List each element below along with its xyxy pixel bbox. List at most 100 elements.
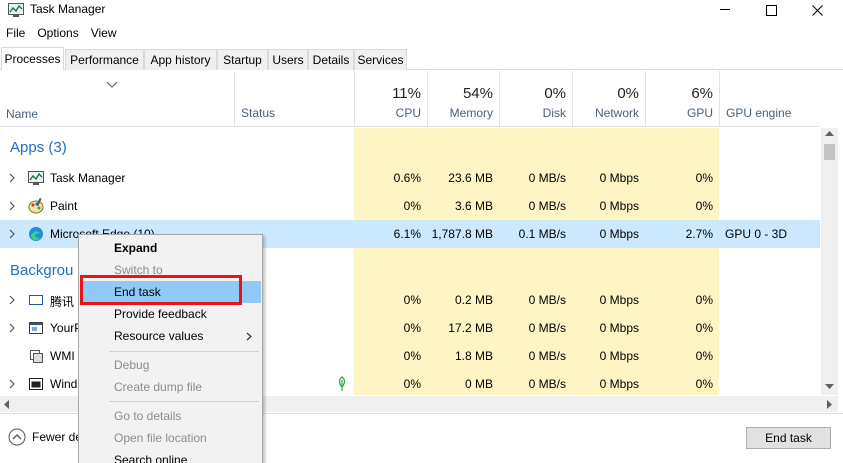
column-header-row: Name Status 11% CPU 54% Memory 0% Disk 0… xyxy=(0,71,820,127)
menu-item-debug: Debug xyxy=(114,358,150,372)
column-status-label: Status xyxy=(241,106,276,120)
process-name: WMI xyxy=(50,349,75,363)
cpu-label: CPU xyxy=(395,106,421,120)
column-cpu[interactable]: 11% CPU xyxy=(354,71,427,127)
disk-value: 0 MB/s xyxy=(528,349,566,363)
scroll-right-icon[interactable] xyxy=(827,400,833,409)
network-total: 0% xyxy=(617,85,639,102)
tab-startup[interactable]: Startup xyxy=(217,49,268,70)
disk-value: 0 MB/s xyxy=(528,377,566,391)
gpu-value: 0% xyxy=(695,293,713,307)
tab-services[interactable]: Services xyxy=(354,49,407,70)
title-bar: Task Manager xyxy=(0,0,843,20)
menu-item-go-to-details: Go to details xyxy=(114,409,182,423)
memory-value: 17.2 MB xyxy=(448,321,493,335)
disk-value: 0.1 MB/s xyxy=(518,227,566,241)
network-value: 0 Mbps xyxy=(599,349,639,363)
network-value: 0 Mbps xyxy=(599,377,639,391)
task-manager-icon xyxy=(8,3,24,17)
group-apps-header[interactable]: Apps (3) xyxy=(10,139,67,156)
console-window-icon xyxy=(29,378,43,390)
table-row[interactable]: Paint 0% 3.6 MB 0 MB/s 0 Mbps 0% xyxy=(0,192,820,220)
menu-file[interactable]: File xyxy=(0,24,31,42)
gpu-engine-label: GPU engine xyxy=(726,106,792,120)
menu-view[interactable]: View xyxy=(85,24,123,42)
scrollbar-thumb[interactable] xyxy=(824,144,835,160)
table-row[interactable]: Task Manager 0.6% 23.6 MB 0 MB/s 0 Mbps … xyxy=(0,164,820,192)
expand-chevron-icon[interactable] xyxy=(8,295,16,305)
gpu-value: 0% xyxy=(695,199,713,213)
minimize-button[interactable] xyxy=(702,0,748,20)
maximize-icon xyxy=(765,4,777,16)
disk-label: Disk xyxy=(542,106,566,120)
column-memory[interactable]: 54% Memory xyxy=(427,71,499,127)
fewer-details-label: Fewer de xyxy=(32,430,83,444)
column-gpu[interactable]: 6% GPU xyxy=(645,71,719,127)
scroll-down-icon[interactable] xyxy=(825,384,834,390)
network-value: 0 Mbps xyxy=(599,171,639,185)
disk-total: 0% xyxy=(544,85,566,102)
leaf-suspended-icon xyxy=(338,376,346,391)
tab-performance[interactable]: Performance xyxy=(65,49,144,70)
sort-chevron-icon[interactable] xyxy=(106,81,118,89)
process-name: Task Manager xyxy=(50,171,126,185)
expand-chevron-icon[interactable] xyxy=(8,379,16,389)
close-button[interactable] xyxy=(794,0,840,20)
disk-value: 0 MB/s xyxy=(528,199,566,213)
expand-chevron-icon[interactable] xyxy=(8,323,16,333)
memory-total: 54% xyxy=(462,85,493,102)
cpu-value: 0% xyxy=(403,199,421,213)
menu-item-provide-feedback[interactable]: Provide feedback xyxy=(80,303,261,325)
vertical-scrollbar[interactable] xyxy=(821,128,838,395)
group-background-header[interactable]: Backgrou xyxy=(10,262,73,279)
menu-bar: File Options View xyxy=(0,24,123,42)
edge-icon xyxy=(29,227,43,241)
window-title: Task Manager xyxy=(30,2,106,16)
expand-chevron-icon[interactable] xyxy=(8,173,16,183)
gpu-value: 0% xyxy=(695,171,713,185)
expand-chevron-icon[interactable] xyxy=(8,229,16,239)
menu-options[interactable]: Options xyxy=(31,24,84,42)
menu-item-create-dump-file: Create dump file xyxy=(114,380,203,394)
column-status[interactable]: Status xyxy=(234,71,354,127)
menu-item-search-online[interactable]: Search online xyxy=(80,449,261,463)
menu-item-resource-values[interactable]: Resource values xyxy=(80,325,261,347)
memory-value: 0 MB xyxy=(464,377,493,391)
disk-value: 0 MB/s xyxy=(528,171,566,185)
network-label: Network xyxy=(594,106,639,120)
disk-value: 0 MB/s xyxy=(528,293,566,307)
gpu-value: 0% xyxy=(695,377,713,391)
memory-value: 1,787.8 MB xyxy=(431,227,493,241)
wmi-icon xyxy=(30,350,43,363)
fewer-details-toggle[interactable]: Fewer de xyxy=(8,428,82,446)
column-network[interactable]: 0% Network xyxy=(572,71,645,127)
gpu-engine-value: GPU 0 - 3D xyxy=(725,227,788,241)
tab-processes[interactable]: Processes xyxy=(1,47,64,71)
menu-item-expand[interactable]: Expand xyxy=(80,237,261,259)
minimize-icon xyxy=(719,9,730,10)
cpu-total: 11% xyxy=(392,85,421,102)
tab-strip: Processes Performance App history Startu… xyxy=(0,47,843,71)
column-name[interactable]: Name xyxy=(6,107,38,121)
memory-value: 23.6 MB xyxy=(448,171,493,185)
menu-separator xyxy=(109,351,259,352)
column-gpu-engine[interactable]: GPU engine xyxy=(719,71,820,127)
tab-app-history[interactable]: App history xyxy=(144,49,217,70)
cpu-value: 0% xyxy=(403,349,421,363)
expand-chevron-icon[interactable] xyxy=(8,201,16,211)
column-disk[interactable]: 0% Disk xyxy=(499,71,572,127)
task-manager-icon xyxy=(28,171,44,185)
tab-users[interactable]: Users xyxy=(268,49,308,70)
close-icon xyxy=(811,4,823,16)
network-value: 0 Mbps xyxy=(599,293,639,307)
tab-details[interactable]: Details xyxy=(308,49,354,70)
scroll-up-icon[interactable] xyxy=(825,131,834,137)
network-value: 0 Mbps xyxy=(599,227,639,241)
maximize-button[interactable] xyxy=(748,0,794,20)
end-task-button[interactable]: End task xyxy=(746,427,831,449)
memory-value: 0.2 MB xyxy=(454,293,493,307)
process-name: 腾讯 xyxy=(50,295,75,309)
cpu-value: 6.1% xyxy=(393,227,421,241)
memory-value: 3.6 MB xyxy=(454,199,493,213)
scroll-left-icon[interactable] xyxy=(4,400,10,409)
